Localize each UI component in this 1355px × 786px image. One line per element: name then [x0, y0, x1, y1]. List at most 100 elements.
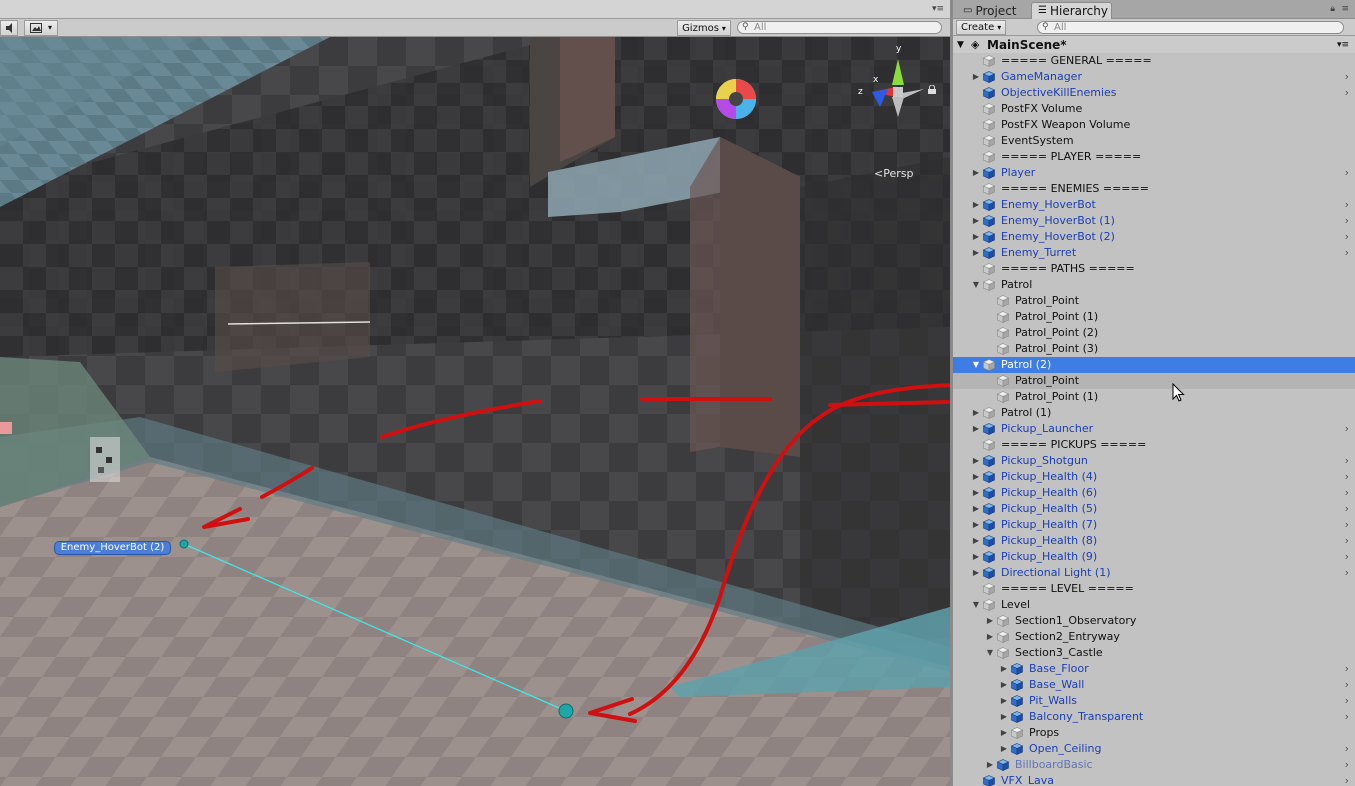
open-prefab-chevron-icon[interactable]: ›	[1345, 213, 1349, 229]
hierarchy-row[interactable]: ▶ Pickup_Health (8) ›	[953, 533, 1355, 549]
collapsed-arrow-icon[interactable]: ▶	[971, 229, 981, 245]
hierarchy-row[interactable]: Patrol_Point (1)	[953, 389, 1355, 405]
hierarchy-row[interactable]: EventSystem	[953, 133, 1355, 149]
collapsed-arrow-icon[interactable]: ▶	[971, 485, 981, 501]
scene-viewport[interactable]: y x z <Persp Enemy_HoverBot (2)	[0, 37, 950, 786]
effects-toggle-button[interactable]: ▾	[24, 19, 58, 36]
collapsed-arrow-icon[interactable]: ▶	[971, 421, 981, 437]
open-prefab-chevron-icon[interactable]: ›	[1345, 421, 1349, 437]
collapsed-arrow-icon[interactable]: ▶	[971, 213, 981, 229]
collapsed-arrow-icon[interactable]: ▶	[985, 757, 995, 773]
hierarchy-row[interactable]: ▶ Pickup_Health (4) ›	[953, 469, 1355, 485]
hierarchy-row[interactable]: ▶ Base_Floor ›	[953, 661, 1355, 677]
open-prefab-chevron-icon[interactable]: ›	[1345, 677, 1349, 693]
hierarchy-row[interactable]: Patrol_Point	[953, 293, 1355, 309]
collapsed-arrow-icon[interactable]: ▶	[971, 565, 981, 581]
collapsed-arrow-icon[interactable]: ▶	[971, 245, 981, 261]
hierarchy-row[interactable]: ▶ Pickup_Health (7) ›	[953, 517, 1355, 533]
hierarchy-row[interactable]: ▶ Pickup_Launcher ›	[953, 421, 1355, 437]
collapsed-arrow-icon[interactable]: ▶	[971, 197, 981, 213]
collapsed-arrow-icon[interactable]: ▶	[971, 501, 981, 517]
collapsed-arrow-icon[interactable]: ▶	[985, 613, 995, 629]
open-prefab-chevron-icon[interactable]: ›	[1345, 549, 1349, 565]
create-button[interactable]: Create ▾	[956, 19, 1007, 35]
hierarchy-row[interactable]: ===== PICKUPS =====	[953, 437, 1355, 453]
hierarchy-search-input[interactable]: ⚲ All	[1037, 21, 1344, 34]
expanded-arrow-icon[interactable]: ▼	[971, 597, 981, 613]
collapsed-arrow-icon[interactable]: ▶	[971, 453, 981, 469]
menu-icon[interactable]: ≡	[1341, 4, 1349, 14]
hierarchy-row[interactable]: ▶ Player ›	[953, 165, 1355, 181]
hierarchy-row[interactable]: ===== PLAYER =====	[953, 149, 1355, 165]
hierarchy-row[interactable]: ===== PATHS =====	[953, 261, 1355, 277]
open-prefab-chevron-icon[interactable]: ›	[1345, 501, 1349, 517]
hierarchy-row[interactable]: ▶ Section2_Entryway	[953, 629, 1355, 645]
hierarchy-row[interactable]: ▶ Section1_Observatory	[953, 613, 1355, 629]
hierarchy-row[interactable]: Patrol_Point (1)	[953, 309, 1355, 325]
hierarchy-row[interactable]: Patrol_Point	[953, 373, 1355, 389]
menu-icon[interactable]: ▾≡	[932, 4, 944, 14]
expanded-arrow-icon[interactable]: ▼	[971, 277, 981, 293]
hierarchy-row[interactable]: ▶ Patrol (1)	[953, 405, 1355, 421]
collapsed-arrow-icon[interactable]: ▶	[971, 69, 981, 85]
scene-search-input[interactable]: ⚲ All	[737, 21, 942, 34]
hierarchy-row[interactable]: ▶ Enemy_HoverBot (1) ›	[953, 213, 1355, 229]
open-prefab-chevron-icon[interactable]: ›	[1345, 693, 1349, 709]
collapsed-arrow-icon[interactable]: ▶	[971, 533, 981, 549]
hierarchy-row[interactable]: ▶ Pickup_Health (5) ›	[953, 501, 1355, 517]
hierarchy-row[interactable]: ObjectiveKillEnemies ›	[953, 85, 1355, 101]
scene-root-row[interactable]: ▼ ◈ MainScene* ▾≡	[953, 36, 1355, 53]
hierarchy-row[interactable]: ▶ Enemy_HoverBot (2) ›	[953, 229, 1355, 245]
collapsed-arrow-icon[interactable]: ▶	[999, 661, 1009, 677]
collapsed-arrow-icon[interactable]: ▶	[971, 165, 981, 181]
hierarchy-row[interactable]: ▶ Pickup_Health (9) ›	[953, 549, 1355, 565]
open-prefab-chevron-icon[interactable]: ›	[1345, 165, 1349, 181]
hierarchy-row[interactable]: ▶ GameManager ›	[953, 69, 1355, 85]
expanded-arrow-icon[interactable]: ▼	[985, 645, 995, 661]
hierarchy-row[interactable]: Patrol_Point (3)	[953, 341, 1355, 357]
open-prefab-chevron-icon[interactable]: ›	[1345, 517, 1349, 533]
hierarchy-row[interactable]: ===== ENEMIES =====	[953, 181, 1355, 197]
hierarchy-row[interactable]: ▶ Directional Light (1) ›	[953, 565, 1355, 581]
scene-gizmo[interactable]	[860, 47, 932, 127]
scene-view[interactable]: ▾≡ ▾ Gizmos ▾ ⚲ All y x z <Persp Enemy_H…	[0, 0, 950, 786]
hierarchy-row[interactable]: PostFX Weapon Volume	[953, 117, 1355, 133]
collapsed-arrow-icon[interactable]: ▶	[999, 741, 1009, 757]
collapsed-arrow-icon[interactable]: ▶	[971, 405, 981, 421]
open-prefab-chevron-icon[interactable]: ›	[1345, 469, 1349, 485]
collapsed-arrow-icon[interactable]: ▶	[971, 517, 981, 533]
collapsed-arrow-icon[interactable]: ▶	[999, 725, 1009, 741]
hierarchy-row[interactable]: VFX_Lava ›	[953, 773, 1355, 786]
hierarchy-row[interactable]: ▶ Enemy_HoverBot ›	[953, 197, 1355, 213]
collapsed-arrow-icon[interactable]: ▶	[971, 549, 981, 565]
hierarchy-row[interactable]: ▶ Open_Ceiling ›	[953, 741, 1355, 757]
open-prefab-chevron-icon[interactable]: ›	[1345, 197, 1349, 213]
open-prefab-chevron-icon[interactable]: ›	[1345, 773, 1349, 786]
hierarchy-row[interactable]: ▶ BillboardBasic ›	[953, 757, 1355, 773]
tab-hierarchy[interactable]: ☰ Hierarchy	[1031, 2, 1112, 19]
open-prefab-chevron-icon[interactable]: ›	[1345, 565, 1349, 581]
open-prefab-chevron-icon[interactable]: ›	[1345, 485, 1349, 501]
hierarchy-row[interactable]: ▶ Pit_Walls ›	[953, 693, 1355, 709]
open-prefab-chevron-icon[interactable]: ›	[1345, 709, 1349, 725]
audio-toggle-icon[interactable]	[0, 19, 18, 36]
open-prefab-chevron-icon[interactable]: ›	[1345, 245, 1349, 261]
hierarchy-row[interactable]: PostFX Volume	[953, 101, 1355, 117]
collapsed-arrow-icon[interactable]: ▶	[999, 693, 1009, 709]
lock-icon[interactable]	[928, 85, 936, 94]
open-prefab-chevron-icon[interactable]: ›	[1345, 85, 1349, 101]
collapsed-arrow-icon[interactable]: ▶	[971, 469, 981, 485]
hierarchy-row[interactable]: ▼ Patrol (2)	[953, 357, 1355, 373]
hierarchy-row[interactable]: ===== GENERAL =====	[953, 53, 1355, 69]
hierarchy-row[interactable]: ▶ Pickup_Health (6) ›	[953, 485, 1355, 501]
gizmos-button[interactable]: Gizmos ▾	[677, 20, 731, 36]
hierarchy-row[interactable]: ===== LEVEL =====	[953, 581, 1355, 597]
lock-icon[interactable]: 🔒︎	[1330, 4, 1335, 14]
open-prefab-chevron-icon[interactable]: ›	[1345, 741, 1349, 757]
hierarchy-row[interactable]: ▶ Balcony_Transparent ›	[953, 709, 1355, 725]
collapsed-arrow-icon[interactable]: ▶	[999, 709, 1009, 725]
open-prefab-chevron-icon[interactable]: ›	[1345, 533, 1349, 549]
scene-menu-icon[interactable]: ▾≡	[1337, 40, 1349, 50]
hierarchy-row[interactable]: Patrol_Point (2)	[953, 325, 1355, 341]
perspective-toggle[interactable]: <Persp	[874, 167, 913, 180]
